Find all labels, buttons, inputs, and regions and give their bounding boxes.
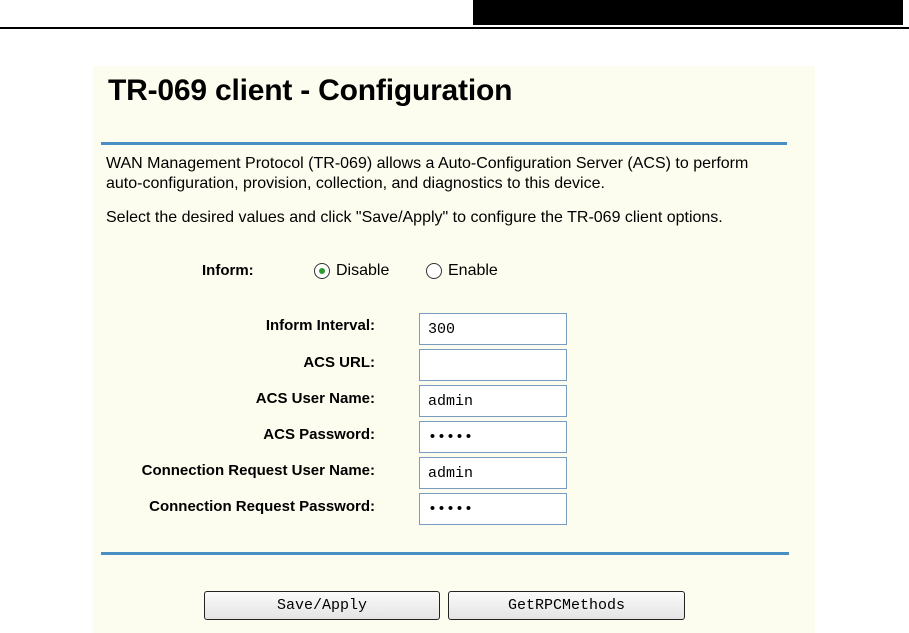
acs-url-label: ACS URL: bbox=[303, 354, 375, 371]
description-protocol: WAN Management Protocol (TR-069) allows … bbox=[106, 155, 749, 192]
get-rpc-methods-button[interactable]: GetRPCMethods bbox=[448, 591, 685, 620]
acs-url-input[interactable] bbox=[419, 349, 567, 381]
title-divider bbox=[101, 142, 787, 145]
connection-request-password-input[interactable] bbox=[419, 493, 567, 525]
acs-password-input[interactable] bbox=[419, 421, 567, 453]
inform-interval-label: Inform Interval: bbox=[265, 317, 375, 334]
form-footer-divider bbox=[101, 552, 789, 555]
connection-request-password-label: Connection Request Password: bbox=[149, 498, 375, 515]
acs-user-name-input[interactable] bbox=[419, 385, 567, 417]
inform-disable-label: Disable bbox=[336, 262, 390, 279]
inform-enable-radio[interactable] bbox=[426, 263, 442, 279]
inform-enable-label: Enable bbox=[448, 262, 498, 279]
description-instructions: Select the desired values and click "Sav… bbox=[106, 209, 723, 226]
connection-request-user-name-label: Connection Request User Name: bbox=[141, 462, 375, 479]
inform-interval-input[interactable] bbox=[419, 313, 567, 345]
acs-user-name-label: ACS User Name: bbox=[255, 390, 375, 407]
header-black-block bbox=[473, 0, 903, 25]
header-rule bbox=[0, 27, 909, 29]
inform-enable-option[interactable]: Enable bbox=[426, 262, 498, 280]
inform-label: Inform: bbox=[202, 262, 254, 279]
page-title: TR-069 client - Configuration bbox=[108, 74, 513, 107]
acs-password-label: ACS Password: bbox=[263, 426, 375, 443]
inform-disable-radio[interactable] bbox=[314, 263, 330, 279]
save-apply-button[interactable]: Save/Apply bbox=[204, 591, 440, 620]
inform-disable-option[interactable]: Disable bbox=[314, 262, 389, 280]
connection-request-user-name-input[interactable] bbox=[419, 457, 567, 489]
